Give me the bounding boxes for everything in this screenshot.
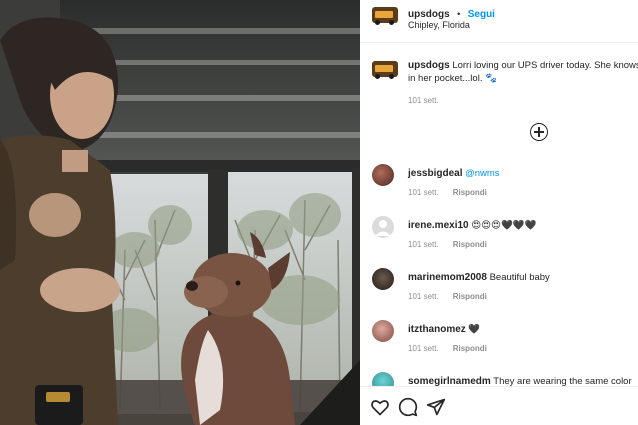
comment-username[interactable]: itzthanomez [408, 324, 466, 335]
post-side-panel: upsdogs • Segui Chipley, Florida upsdogs… [360, 0, 638, 425]
plus-circle-icon[interactable] [530, 123, 548, 141]
reply-button[interactable]: Rispondi [453, 188, 487, 197]
post-header: upsdogs • Segui Chipley, Florida [360, 0, 638, 43]
post-viewer: upsdogs • Segui Chipley, Florida upsdogs… [0, 0, 638, 425]
comment-age: 101 sett. [408, 344, 439, 353]
reply-button[interactable]: Rispondi [453, 344, 487, 353]
caption-username[interactable]: upsdogs [408, 60, 450, 71]
upsdogs-avatar[interactable] [372, 7, 398, 25]
reply-button[interactable]: Rispondi [453, 240, 487, 249]
reply-button[interactable]: Rispondi [453, 292, 487, 301]
follow-button[interactable]: Segui [468, 9, 495, 20]
avatar[interactable] [372, 164, 394, 186]
comment-text: 😍😍😍🖤🖤🖤 [471, 220, 537, 231]
comment-mention-link[interactable]: @nwms [465, 168, 499, 179]
comment-meta: 101 sett. Rispondi [408, 344, 487, 353]
avatar[interactable] [372, 320, 394, 342]
photo-scene [0, 0, 360, 425]
post-photo[interactable] [0, 0, 360, 425]
comment-age: 101 sett. [408, 188, 439, 197]
comment-meta: 101 sett. Rispondi [408, 240, 487, 249]
post-location[interactable]: Chipley, Florida [408, 20, 470, 30]
header-separator: • [457, 9, 461, 19]
comment-text: 🖤 [468, 324, 481, 335]
comment-icon[interactable] [398, 397, 418, 417]
share-icon[interactable] [426, 397, 446, 417]
comment-meta: 101 sett. Rispondi [408, 292, 487, 301]
comment-age: 101 sett. [408, 240, 439, 249]
comment-username[interactable]: jessbigdeal [408, 168, 462, 179]
caption-avatar[interactable] [372, 61, 398, 79]
post-caption: upsdogs Lorri loving our UPS driver toda… [408, 59, 638, 85]
action-bar [360, 386, 638, 425]
default-user-icon [375, 220, 391, 236]
comment-body: jessbigdeal @nwms [408, 168, 500, 179]
comment-username[interactable]: irene.mexi10 [408, 220, 469, 231]
comment-username[interactable]: marinemom2008 [408, 272, 487, 283]
avatar[interactable] [372, 268, 394, 290]
avatar[interactable] [372, 216, 394, 238]
comment-body: marinemom2008 Beautiful baby [408, 272, 550, 283]
comment-age: 101 sett. [408, 292, 439, 301]
comment-meta: 101 sett. Rispondi [408, 188, 487, 197]
caption-text-line2: in her pocket...lol. 🐾 [408, 73, 497, 84]
comment-body: itzthanomez 🖤 [408, 324, 480, 335]
caption-text-line1: Lorri loving our UPS driver today. She k… [452, 60, 638, 71]
comment-body: irene.mexi10 😍😍😍🖤🖤🖤 [408, 220, 536, 231]
comment-text: Beautiful baby [489, 272, 550, 283]
post-username[interactable]: upsdogs [408, 9, 450, 20]
heart-icon[interactable] [370, 397, 390, 417]
caption-age: 101 sett. [408, 96, 439, 105]
